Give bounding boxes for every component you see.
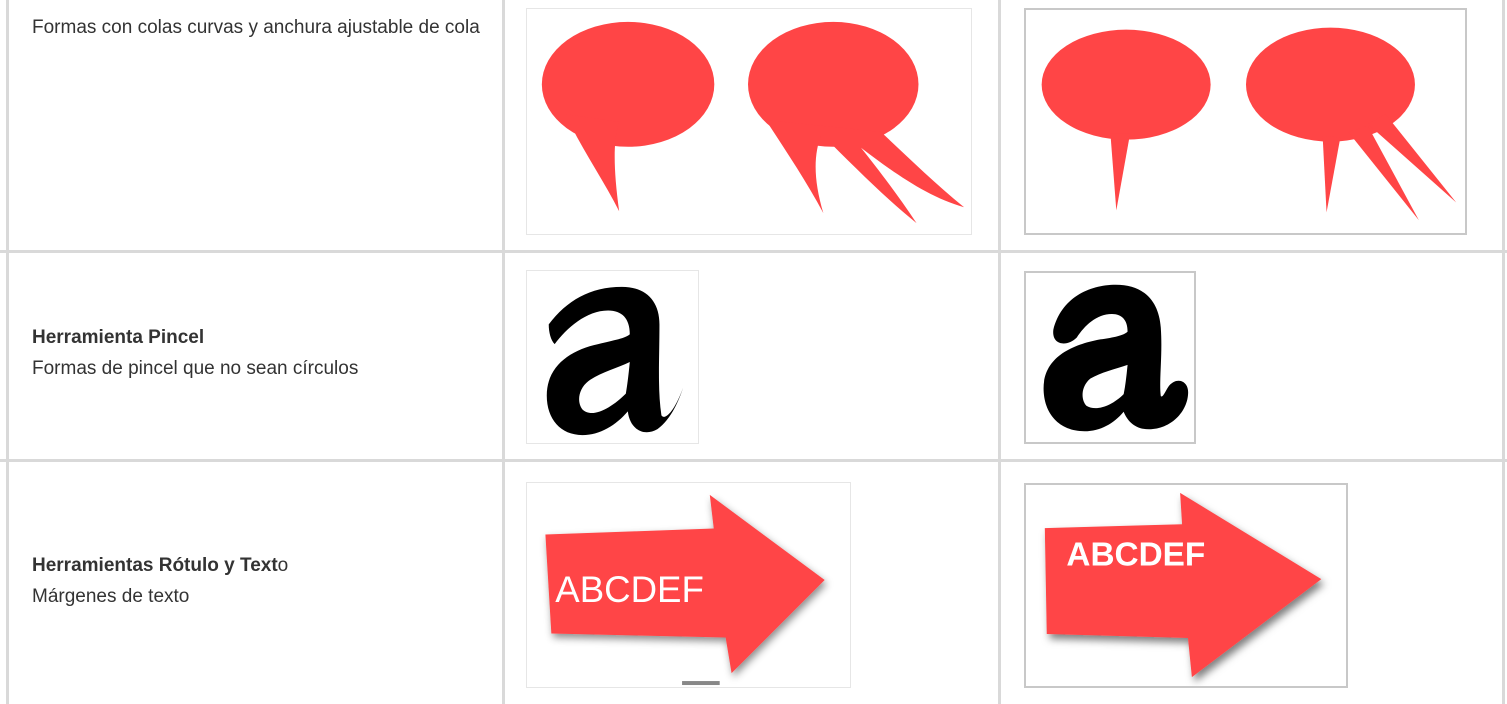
- row-3-label-cell: Herramientas Rótulo y Texto Márgenes de …: [32, 550, 492, 612]
- table-border-right: [1502, 0, 1505, 704]
- brush-letter-a-calligraphic-image: [546, 286, 684, 436]
- feature-comparison-table: Formas con colas curvas y anchura ajusta…: [0, 0, 1507, 704]
- speech-bubble-curved-single: [541, 21, 715, 212]
- table-border-left: [6, 0, 9, 704]
- brush-letter-a-round-image: [1043, 284, 1189, 432]
- speech-bubble-curved-double: [748, 21, 965, 224]
- row-1-before-image: [526, 8, 972, 235]
- table-column-divider-2: [998, 0, 1001, 704]
- image-edge-artifact: [682, 681, 720, 686]
- row-3-description: Márgenes de texto: [32, 586, 190, 607]
- row-2-label-cell: Herramienta Pincel Formas de pincel que …: [32, 322, 492, 384]
- row-3-title-suffix: o: [277, 555, 289, 576]
- arrow-shape: [1044, 492, 1322, 678]
- row-2-after-image: [1024, 271, 1196, 444]
- row-3-before-image: ABCDEF: [526, 482, 851, 688]
- row-1-description: Formas con colas curvas y anchura ajusta…: [32, 17, 480, 38]
- row-3-title-line: Herramientas Rótulo y Texto: [32, 550, 492, 581]
- row-1-after-image: [1024, 8, 1467, 235]
- table-column-divider-1: [502, 0, 505, 704]
- row-3-title: Herramientas Rótulo y Text: [32, 555, 278, 576]
- row-2-before-image: [526, 270, 699, 444]
- row-2-description: Formas de pincel que no sean círculos: [32, 358, 359, 379]
- speech-bubble-straight-single: [1041, 29, 1211, 211]
- table-row-divider-1: [0, 250, 1507, 253]
- arrow-label-text: ABCDEF: [555, 569, 704, 610]
- row-1-label-cell: Formas con colas curvas y anchura ajusta…: [32, 12, 492, 43]
- row-2-title: Herramienta Pincel: [32, 327, 205, 348]
- speech-bubbles-curved-tails-image: [541, 21, 965, 224]
- speech-bubbles-straight-tails-image: [1041, 27, 1457, 221]
- arrow-label-text-margins-image: ABCDEF: [545, 494, 825, 686]
- speech-bubble-straight-double: [1245, 27, 1457, 221]
- table-row-divider-2: [0, 459, 1507, 462]
- arrow-label-text: ABCDEF: [1066, 536, 1205, 573]
- row-3-after-image: ABCDEF: [1024, 483, 1348, 688]
- arrow-label-text-margins-shadow-image: ABCDEF: [1044, 492, 1322, 678]
